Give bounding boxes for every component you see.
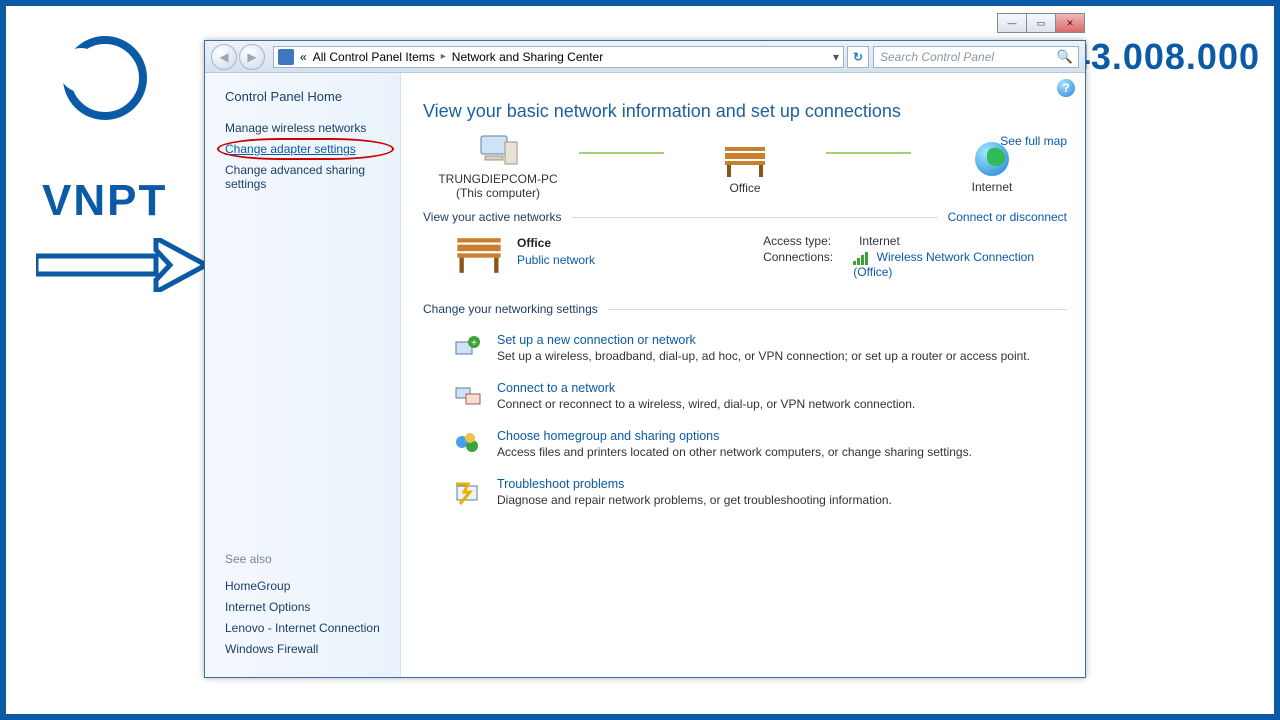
vnpt-swirl-icon: [63, 36, 147, 120]
tasks-list: + Set up a new connection or network Set…: [423, 324, 1067, 516]
map-node-office: Office: [670, 139, 820, 195]
breadcrumb[interactable]: « All Control Panel Items ▸ Network and …: [273, 46, 844, 68]
control-panel-home-link[interactable]: Control Panel Home: [225, 89, 386, 104]
vnpt-logo-text: VNPT: [42, 176, 167, 226]
forward-button[interactable]: ▶: [239, 44, 265, 70]
svg-text:+: +: [471, 338, 477, 349]
breadcrumb-prefix: «: [300, 50, 307, 64]
sidebar-item-change-adapter[interactable]: Change adapter settings: [225, 142, 386, 156]
homegroup-icon: [453, 429, 483, 459]
divider: [572, 217, 938, 218]
connection-link[interactable]: Wireless Network Connection (Office): [853, 250, 1034, 279]
annotation-arrow-icon: [36, 238, 206, 292]
task-description: Diagnose and repair network problems, or…: [497, 493, 892, 507]
see-full-map-link[interactable]: See full map: [1000, 134, 1067, 148]
bench-icon: [721, 147, 769, 177]
breadcrumb-item[interactable]: All Control Panel Items: [313, 50, 435, 64]
new-connection-icon: +: [453, 333, 483, 363]
map-node-label: Office: [670, 181, 820, 195]
map-node-internet: Internet: [917, 140, 1067, 194]
task-title-link[interactable]: Troubleshoot problems: [497, 477, 892, 491]
change-settings-header: Change your networking settings: [423, 302, 598, 316]
network-map: See full map TRUNGDIEPCOM-PC (This compu…: [423, 134, 1067, 200]
bench-icon: [453, 236, 505, 276]
map-node-label: TRUNGDIEPCOM-PC: [423, 172, 573, 186]
page-title: View your basic network information and …: [423, 101, 1067, 122]
task-title-link[interactable]: Set up a new connection or network: [497, 333, 1030, 347]
connect-network-icon: [453, 381, 483, 411]
wifi-signal-icon: [853, 251, 869, 265]
map-node-pc: TRUNGDIEPCOM-PC (This computer): [423, 134, 573, 200]
vnpt-logo: VNPT: [42, 36, 167, 226]
search-input[interactable]: Search Control Panel 🔍: [873, 46, 1079, 68]
network-name: Office: [517, 236, 595, 250]
see-also-lenovo[interactable]: Lenovo - Internet Connection: [225, 621, 386, 635]
close-button[interactable]: ✕: [1055, 13, 1085, 33]
help-button[interactable]: ?: [1057, 79, 1075, 97]
network-icon: [278, 49, 294, 65]
connections-label: Connections:: [763, 250, 853, 279]
computer-icon: [477, 134, 519, 168]
maximize-button[interactable]: ▭: [1026, 13, 1056, 33]
task-item: Troubleshoot problems Diagnose and repai…: [423, 468, 1067, 516]
breadcrumb-dropdown[interactable]: ▾: [833, 50, 839, 64]
network-type-link[interactable]: Public network: [517, 253, 595, 267]
task-title-link[interactable]: Choose homegroup and sharing options: [497, 429, 972, 443]
main-panel: ? View your basic network information an…: [401, 73, 1085, 677]
access-type-value: Internet: [859, 234, 900, 248]
see-also-firewall[interactable]: Windows Firewall: [225, 642, 386, 656]
connect-disconnect-link[interactable]: Connect or disconnect: [948, 210, 1067, 224]
task-item: Connect to a network Connect or reconnec…: [423, 372, 1067, 420]
chevron-right-icon: ▸: [435, 51, 452, 62]
task-description: Set up a wireless, broadband, dial-up, a…: [497, 349, 1030, 363]
access-type-label: Access type:: [763, 234, 859, 248]
search-placeholder: Search Control Panel: [880, 50, 994, 64]
see-also-header: See also: [225, 552, 386, 566]
task-description: Access files and printers located on oth…: [497, 445, 972, 459]
active-network-block: Office Public network Access type: Inter…: [423, 232, 1067, 284]
task-title-link[interactable]: Connect to a network: [497, 381, 915, 395]
breadcrumb-item[interactable]: Network and Sharing Center: [452, 50, 603, 64]
map-node-sublabel: (This computer): [423, 186, 573, 200]
minimize-button[interactable]: —: [997, 13, 1027, 33]
connection-line-icon: [579, 152, 664, 154]
address-bar: ◀ ▶ « All Control Panel Items ▸ Network …: [205, 41, 1085, 73]
connection-line-icon: [826, 152, 911, 154]
globe-icon: [975, 142, 1009, 176]
task-item: Choose homegroup and sharing options Acc…: [423, 420, 1067, 468]
task-item: + Set up a new connection or network Set…: [423, 324, 1067, 372]
sidebar: Control Panel Home Manage wireless netwo…: [205, 73, 401, 677]
task-description: Connect or reconnect to a wireless, wire…: [497, 397, 915, 411]
refresh-button[interactable]: ↻: [847, 46, 869, 68]
see-also-homegroup[interactable]: HomeGroup: [225, 579, 386, 593]
sidebar-item-advanced-sharing[interactable]: Change advanced sharing settings: [225, 163, 386, 191]
divider: [608, 309, 1067, 310]
troubleshoot-icon: [453, 477, 483, 507]
see-also-internet-options[interactable]: Internet Options: [225, 600, 386, 614]
search-icon: 🔍: [1057, 49, 1073, 65]
map-node-label: Internet: [917, 180, 1067, 194]
active-networks-header: View your active networks: [423, 210, 562, 224]
control-panel-window: — ▭ ✕ ◀ ▶ « All Control Panel Items ▸ Ne…: [204, 40, 1086, 678]
sidebar-item-manage-wireless[interactable]: Manage wireless networks: [225, 121, 386, 135]
back-button[interactable]: ◀: [211, 44, 237, 70]
